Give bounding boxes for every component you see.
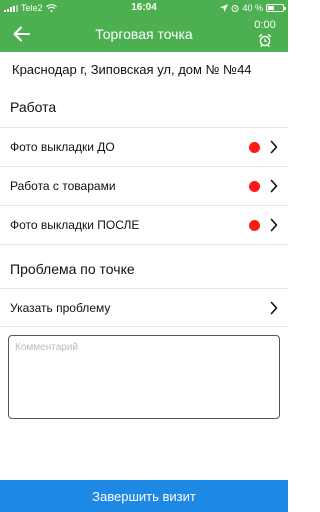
report-problem-item[interactable]: Указать проблему [0,288,288,327]
page-title: Торговая точка [95,26,193,42]
chevron-right-icon [270,218,278,232]
work-item-photo-before[interactable]: Фото выкладки ДО [0,127,288,166]
chevron-right-icon [270,140,278,154]
work-item-photo-after[interactable]: Фото выкладки ПОСЛЕ [0,205,288,245]
status-dot [249,142,260,153]
alarm-icon [231,5,239,12]
location-arrow-icon [220,4,229,12]
status-dot [249,220,260,231]
store-address: Краснодар г, Зиповская ул, дом № №44 [12,62,252,77]
alarm-clock-icon [258,33,272,48]
app-bar: Торговая точка 0:00 [0,16,288,52]
visit-timer: 0:00 [254,19,276,31]
work-item-label: Фото выкладки ДО [10,140,115,154]
visit-timer-button[interactable]: 0:00 [250,19,280,52]
report-problem-label: Указать проблему [10,301,111,315]
chevron-right-icon [270,179,278,193]
battery-percent: 40 % [242,3,263,13]
finish-visit-button[interactable]: Завершить визит [0,480,288,512]
battery-level [268,6,275,10]
status-bar: Tele2 16:04 40 % [0,0,288,16]
work-section-title: Работа [10,99,57,115]
status-right: 40 % [220,3,286,13]
work-item-label: Работа с товарами [10,179,116,193]
status-dot [249,181,260,192]
battery-icon [266,4,286,12]
problem-section-title: Проблема по точке [10,261,135,277]
work-item-products[interactable]: Работа с товарами [0,166,288,205]
work-item-label: Фото выкладки ПОСЛЕ [10,218,140,232]
chevron-right-icon [270,301,278,315]
comment-field[interactable] [8,335,280,419]
